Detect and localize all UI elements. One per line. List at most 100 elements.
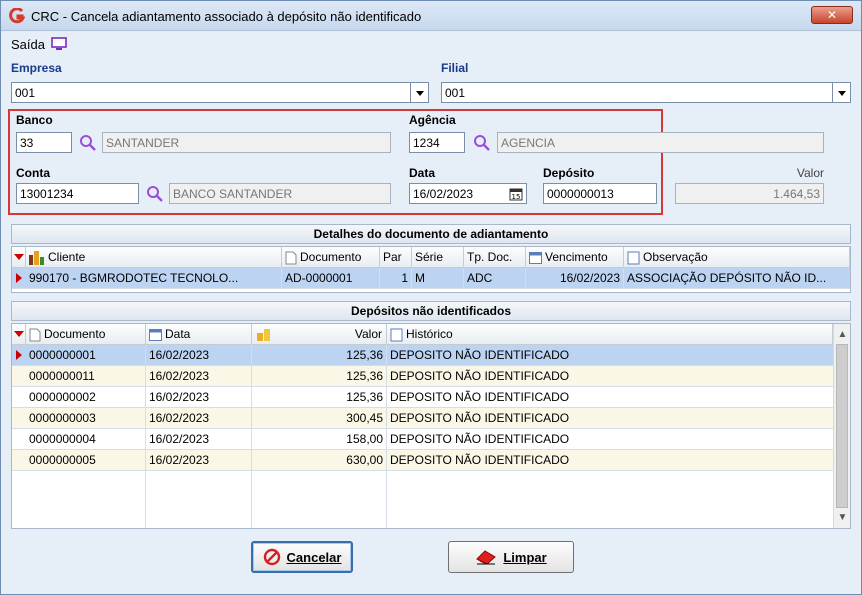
- cell-observacao: ASSOCIAÇÃO DEPÓSITO NÃO ID...: [627, 271, 827, 285]
- agencia-code-input[interactable]: 1234: [409, 132, 465, 153]
- banco-search-icon[interactable]: [79, 134, 97, 152]
- cell-dep-historico: DEPOSITO NÃO IDENTIFICADO: [390, 390, 570, 404]
- data-label: Data: [409, 166, 436, 180]
- row-indicator: [12, 429, 26, 450]
- deposito-row[interactable]: 0000000004 16/02/2023 158,00 DEPOSITO NÃO I…: [12, 429, 833, 450]
- empty-col-2: [146, 471, 252, 528]
- cancel-icon: [263, 548, 280, 566]
- cell-dep-documento: 0000000001: [26, 345, 146, 366]
- depositos-indicator-header: [12, 324, 26, 345]
- cell-dep-data: 16/02/2023: [146, 366, 252, 387]
- col-cliente[interactable]: Cliente: [26, 247, 282, 268]
- cell-dep-documento: 0000000011: [26, 366, 146, 387]
- menu-bar: Saída: [11, 35, 67, 53]
- client-icon: [29, 250, 44, 265]
- scroll-up-icon[interactable]: ▲: [834, 326, 851, 343]
- close-button[interactable]: ✕: [811, 6, 853, 24]
- detalhes-indicator-header: [12, 247, 26, 268]
- note-icon: [390, 328, 403, 342]
- coins-icon: [257, 329, 270, 341]
- col-par[interactable]: Par: [380, 247, 412, 268]
- deposito-row[interactable]: 0000000001 16/02/2023 125,36 DEPOSITO NÃO I…: [12, 345, 833, 366]
- col-documento[interactable]: Documento: [282, 247, 380, 268]
- cell-dep-documento: 0000000003: [26, 408, 146, 429]
- row-indicator: [12, 387, 26, 408]
- cell-dep-historico: DEPOSITO NÃO IDENTIFICADO: [390, 369, 570, 383]
- detalhes-section-title: Detalhes do documento de adiantamento: [11, 224, 851, 244]
- cell-dep-valor: 125,36: [252, 345, 387, 366]
- deposito-row[interactable]: 0000000003 16/02/2023 300,45 DEPOSITO NÃO I…: [12, 408, 833, 429]
- valor-field: 1.464,53: [675, 183, 824, 204]
- depositos-grid: Documento Data Valor Histórico 000000000…: [11, 323, 851, 529]
- row-indicator: [12, 408, 26, 429]
- document-icon: [285, 251, 297, 265]
- detalhes-grid: Cliente Documento Par Série Tp. Doc. Ven…: [11, 246, 851, 293]
- conta-search-icon[interactable]: [146, 185, 164, 203]
- calendar-small-icon: [149, 329, 162, 342]
- vertical-scrollbar[interactable]: ▲ ▼: [833, 324, 850, 528]
- valor-label: Valor: [796, 166, 824, 180]
- agencia-name-field: AGENCIA: [497, 132, 824, 153]
- row-indicator: [12, 268, 26, 289]
- cell-dep-data: 16/02/2023: [146, 345, 252, 366]
- banco-label: Banco: [16, 113, 53, 127]
- detalhes-row[interactable]: 990170 - BGMRODOTEC TECNOLO... AD-000000…: [12, 268, 850, 289]
- limpar-button[interactable]: Limpar: [448, 541, 574, 573]
- col-serie[interactable]: Série: [412, 247, 464, 268]
- cell-dep-data: 16/02/2023: [146, 429, 252, 450]
- col-dep-valor[interactable]: Valor: [252, 324, 387, 345]
- monitor-icon[interactable]: [51, 37, 67, 51]
- menu-saida[interactable]: Saída: [11, 37, 45, 52]
- cell-dep-data: 16/02/2023: [146, 387, 252, 408]
- document-icon: [29, 328, 41, 342]
- col-dep-documento[interactable]: Documento: [26, 324, 146, 345]
- deposito-input[interactable]: 0000000013: [543, 183, 657, 204]
- conta-label: Conta: [16, 166, 50, 180]
- cell-dep-valor: 125,36: [252, 387, 387, 408]
- depositos-section-title: Depósitos não identificados: [11, 301, 851, 321]
- cell-dep-valor: 158,00: [252, 429, 387, 450]
- cell-dep-data: 16/02/2023: [146, 450, 252, 471]
- limpar-label: Limpar: [503, 549, 547, 565]
- cell-dep-historico: DEPOSITO NÃO IDENTIFICADO: [390, 348, 570, 362]
- window-title: CRC - Cancela adiantamento associado à d…: [31, 9, 422, 24]
- deposito-row[interactable]: 0000000005 16/02/2023 630,00 DEPOSITO NÃO I…: [12, 450, 833, 471]
- col-tpdoc[interactable]: Tp. Doc.: [464, 247, 526, 268]
- filial-dropdown-arrow[interactable]: [833, 82, 851, 103]
- scroll-down-icon[interactable]: ▼: [834, 509, 851, 526]
- cell-dep-historico: DEPOSITO NÃO IDENTIFICADO: [390, 453, 570, 467]
- app-logo-icon: [9, 8, 25, 24]
- filial-label: Filial: [441, 61, 469, 75]
- deposito-row[interactable]: 0000000002 16/02/2023 125,36 DEPOSITO NÃO I…: [12, 387, 833, 408]
- col-vencimento[interactable]: Vencimento: [526, 247, 624, 268]
- banco-code-input[interactable]: 33: [16, 132, 72, 153]
- col-dep-data[interactable]: Data: [146, 324, 252, 345]
- note-icon: [627, 251, 640, 265]
- cell-dep-valor: 630,00: [252, 450, 387, 471]
- eraser-icon: [476, 550, 497, 565]
- empty-col-3: [252, 471, 387, 528]
- cell-dep-documento: 0000000002: [26, 387, 146, 408]
- calendar-icon[interactable]: 15: [509, 187, 523, 201]
- filial-select[interactable]: 001: [441, 82, 833, 103]
- agencia-label: Agência: [409, 113, 456, 127]
- title-bar: CRC - Cancela adiantamento associado à d…: [1, 1, 861, 31]
- calendar-small-icon: [529, 252, 542, 265]
- main-window: CRC - Cancela adiantamento associado à d…: [0, 0, 862, 595]
- empresa-select[interactable]: 001: [11, 82, 411, 103]
- empresa-dropdown-arrow[interactable]: [411, 82, 429, 103]
- col-dep-historico[interactable]: Histórico: [387, 324, 833, 345]
- agencia-search-icon[interactable]: [473, 134, 491, 152]
- svg-text:15: 15: [512, 193, 521, 201]
- col-observacao[interactable]: Observação: [624, 247, 850, 268]
- cell-dep-documento: 0000000004: [26, 429, 146, 450]
- cell-documento: AD-0000001: [282, 268, 380, 289]
- banco-name-field: SANTANDER: [102, 132, 391, 153]
- scroll-thumb[interactable]: [836, 344, 848, 508]
- cell-dep-historico: DEPOSITO NÃO IDENTIFICADO: [390, 432, 570, 446]
- empresa-label: Empresa: [11, 61, 62, 75]
- conta-code-input[interactable]: 13001234: [16, 183, 139, 204]
- row-indicator: [12, 450, 26, 471]
- cancelar-button[interactable]: Cancelar: [251, 541, 353, 573]
- deposito-row[interactable]: 0000000011 16/02/2023 125,36 DEPOSITO NÃO I…: [12, 366, 833, 387]
